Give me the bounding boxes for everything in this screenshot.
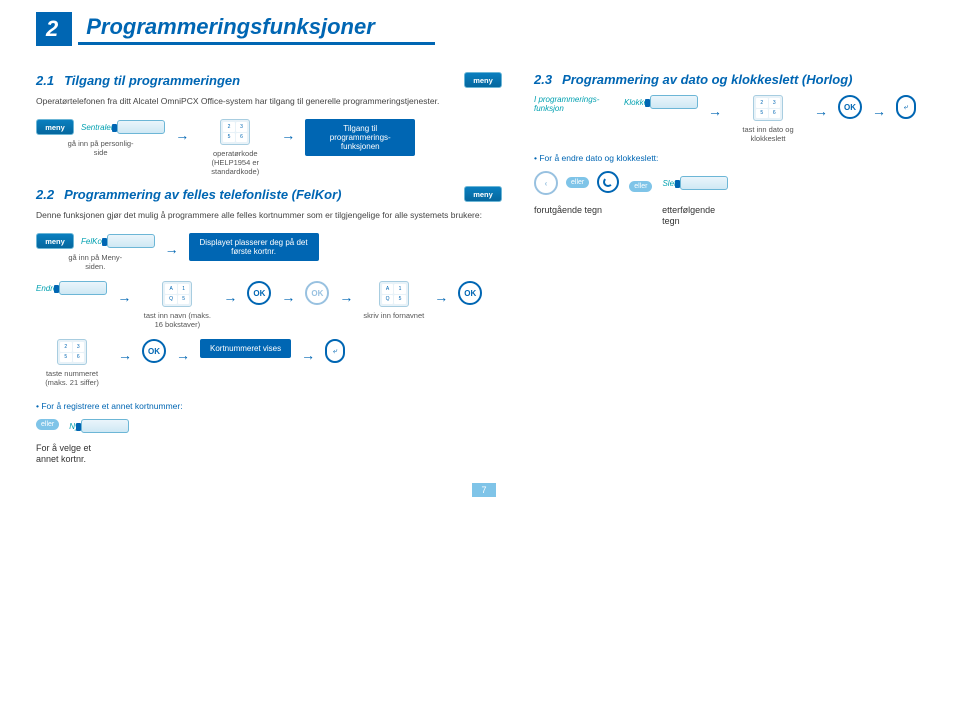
section-2-1-intro: Operatørtelefonen fra ditt Alcatel OmniP… [36, 96, 506, 107]
keypad-icon: 2356 [220, 119, 250, 145]
softkey-klokke[interactable]: Klokke [624, 95, 698, 109]
softkey-icon [59, 281, 107, 295]
keypad-icon: A1Q5 [379, 281, 409, 307]
ok-button[interactable]: OK [458, 281, 482, 305]
nav-dial-icon[interactable] [597, 171, 619, 193]
chapter-header: 2 Programmeringsfunksjoner [36, 12, 932, 46]
keypad-icon: 2356 [57, 339, 87, 365]
arrow-icon: → [814, 95, 828, 119]
keypad-icon: A1Q5 [162, 281, 192, 307]
arrow-icon: → [281, 119, 295, 143]
arrow-icon: → [176, 339, 190, 363]
arrow-icon: → [117, 281, 131, 305]
softkey-icon [81, 419, 129, 433]
softkey-icon [107, 234, 155, 248]
eller-badge: eller [629, 181, 652, 192]
arrow-icon: → [872, 95, 886, 119]
ok-button[interactable]: OK [838, 95, 862, 119]
ok-button[interactable]: OK [247, 281, 271, 305]
banner-kortnr: Kortnummeret vises [200, 339, 291, 358]
softkey-felkor[interactable]: FelKor [81, 234, 155, 248]
meny-button[interactable]: meny [36, 119, 74, 135]
arrow-icon: → [223, 281, 237, 305]
meny-button[interactable]: meny [464, 72, 502, 88]
eller-badge: eller [36, 419, 59, 430]
softkey-ny[interactable]: Ny [69, 419, 129, 433]
softkey-programmering[interactable]: I programmerings-funksjon [534, 95, 614, 113]
meny-button[interactable]: meny [464, 186, 502, 202]
end-icon: ⤶ [896, 95, 916, 119]
banner-displayet: Displayet plasserer deg på det første ko… [189, 233, 319, 261]
page-number: 7 [472, 483, 496, 497]
eller-badge: eller [566, 177, 589, 188]
softkey-icon [650, 95, 698, 109]
keypad-icon: 2356 [753, 95, 783, 121]
arrow-icon: → [281, 281, 295, 305]
softkey-icon [117, 120, 165, 134]
chapter-title: Programmeringsfunksjoner [78, 14, 435, 45]
section-2-2-intro: Denne funksjonen gjør det mulig å progra… [36, 210, 506, 221]
meny-button[interactable]: meny [36, 233, 74, 249]
arrow-icon: → [175, 119, 189, 143]
chapter-number: 2 [36, 12, 72, 46]
ok-button[interactable]: OK [305, 281, 329, 305]
arrow-icon: → [118, 339, 132, 363]
end-icon: ⤶ [325, 339, 345, 363]
note-registrere: For å registrere et annet kortnummer: [36, 401, 506, 411]
section-2-1-header: 2.1 Tilgang til programmeringen meny [36, 72, 506, 88]
section-2-3-header: 2.3 Programmering av dato og klokkeslett… [534, 72, 932, 87]
section-2-2-header: 2.2 Programmering av felles telefonliste… [36, 186, 506, 202]
softkey-sentralen[interactable]: Sentralen [81, 120, 165, 134]
arrow-icon: → [165, 233, 179, 257]
arrow-icon: → [708, 95, 722, 119]
softkey-endre[interactable]: Endre [36, 281, 107, 295]
softkey-icon [680, 176, 728, 190]
banner-tilgang: Tilgang til programmerings-funksjonen [305, 119, 415, 156]
note-endre-dato: For å endre dato og klokkeslett: [534, 153, 932, 163]
ok-button[interactable]: OK [142, 339, 166, 363]
arrow-icon: → [339, 281, 353, 305]
softkey-slett[interactable]: Slett [662, 176, 728, 190]
arrow-icon: → [301, 339, 315, 363]
arrow-icon: → [434, 281, 448, 305]
nav-left-button[interactable]: ‹ [534, 171, 558, 195]
